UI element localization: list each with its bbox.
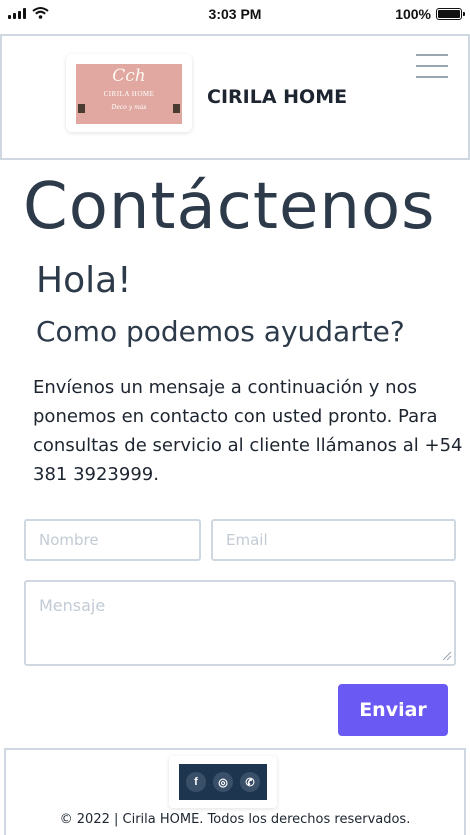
copyright-text: © 2022 | Cirila HOME. Todos los derechos…: [59, 812, 411, 827]
site-header: Cch CIRILA HOME Deco y más CIRILA HOME: [0, 34, 470, 160]
page-title: Contáctenos: [23, 170, 436, 244]
social-bar: f ◎ ✆: [179, 764, 267, 800]
instagram-icon[interactable]: ◎: [213, 772, 233, 792]
logo[interactable]: Cch CIRILA HOME Deco y más: [66, 54, 192, 132]
greeting: Hola!: [36, 260, 132, 301]
brand-name[interactable]: CIRILA HOME: [207, 86, 347, 108]
whatsapp-icon[interactable]: ✆: [240, 772, 260, 792]
resize-handle-icon[interactable]: [441, 650, 452, 661]
intro-text: Envíenos un mensaje a continuación y nos…: [33, 377, 463, 485]
email-field[interactable]: [211, 519, 456, 561]
send-button[interactable]: Enviar: [338, 684, 448, 736]
social-links: f ◎ ✆: [169, 756, 277, 808]
battery-icon: [436, 8, 465, 20]
site-footer: f ◎ ✆ © 2022 | Cirila HOME. Todos los dere…: [4, 748, 466, 835]
logo-monogram: Cch: [112, 66, 146, 86]
logo-tagline: Deco y más: [111, 104, 147, 111]
hamburger-menu-icon[interactable]: [416, 54, 448, 78]
logo-image: Cch CIRILA HOME Deco y más: [76, 64, 182, 124]
battery-percent: 100%: [395, 6, 431, 22]
status-bar: 3:03 PM 100%: [0, 0, 470, 28]
message-field[interactable]: [24, 580, 456, 666]
name-field[interactable]: [24, 519, 201, 561]
status-right: 100%: [395, 6, 465, 22]
subtitle: Como podemos ayudarte?: [36, 315, 405, 348]
logo-name: CIRILA HOME: [103, 90, 155, 98]
facebook-icon[interactable]: f: [186, 772, 206, 792]
